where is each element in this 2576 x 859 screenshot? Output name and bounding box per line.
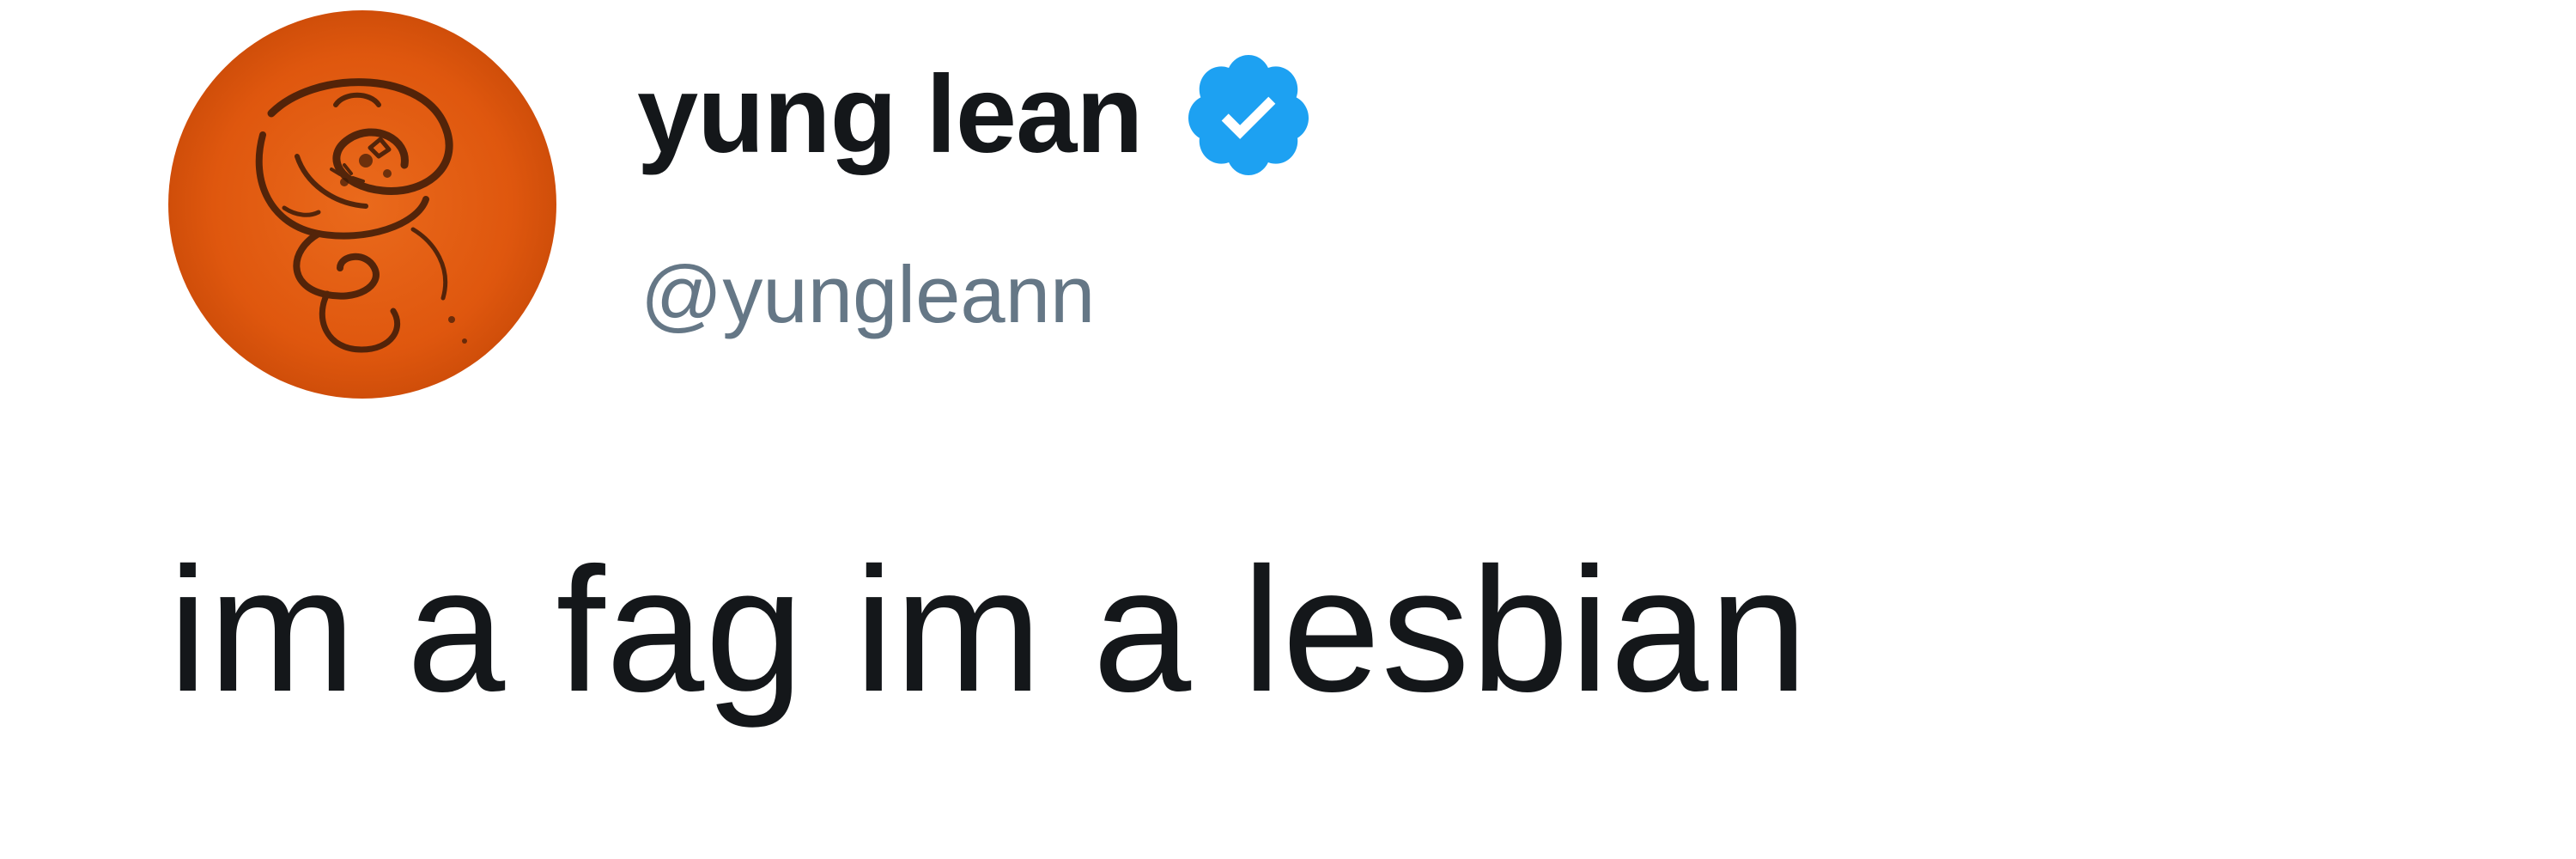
author-handle[interactable]: @yungleann bbox=[641, 254, 1095, 335]
author-name-row: yung lean bbox=[637, 46, 1317, 184]
avatar[interactable] bbox=[168, 10, 556, 399]
display-name[interactable]: yung lean bbox=[637, 60, 1143, 170]
tweet-text: im a fag im a lesbian bbox=[168, 531, 1809, 728]
avatar-image bbox=[168, 10, 556, 399]
tweet-card: yung lean @yungleann im a fag im a lesbi… bbox=[0, 0, 2576, 859]
verified-badge-icon bbox=[1180, 46, 1317, 184]
